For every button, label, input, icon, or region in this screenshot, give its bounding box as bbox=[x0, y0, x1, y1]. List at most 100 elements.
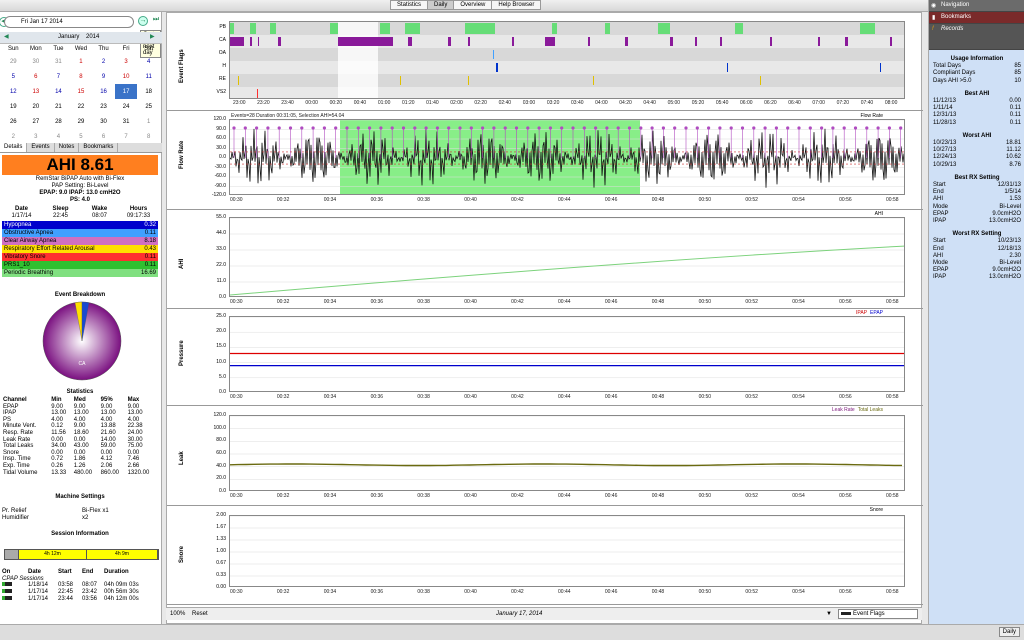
event-value: 0.43 bbox=[144, 246, 156, 252]
calendar-day[interactable]: 15 bbox=[70, 84, 93, 99]
snore-plot[interactable] bbox=[229, 515, 905, 587]
calendar-day[interactable]: 23 bbox=[92, 99, 115, 114]
pb-flag bbox=[250, 23, 256, 34]
calendar-day[interactable]: 6 bbox=[25, 69, 48, 84]
calendar-day[interactable]: 10 bbox=[115, 69, 138, 84]
session-bar-segment[interactable]: 4h 12m bbox=[19, 550, 87, 559]
calendar-day[interactable]: 5 bbox=[2, 69, 25, 84]
calendar-day[interactable]: 31 bbox=[115, 114, 138, 129]
calendar-day[interactable]: 3 bbox=[115, 54, 138, 69]
session-bar-segment[interactable]: 4h 9m bbox=[87, 550, 158, 559]
leak-plot[interactable] bbox=[229, 415, 905, 491]
session-row[interactable]: 1/17/14 22:45 23:42 00h 56m 30s bbox=[2, 589, 158, 596]
calendar-day[interactable]: 3 bbox=[25, 129, 48, 144]
event-row[interactable]: Periodic Breathing 16.69 bbox=[2, 269, 158, 277]
tab-overview[interactable]: Overview bbox=[453, 0, 493, 10]
calendar-day[interactable]: 2 bbox=[92, 54, 115, 69]
calendar-day[interactable]: 1 bbox=[137, 114, 160, 129]
calendar-day[interactable]: 9 bbox=[92, 69, 115, 84]
y-tick-label: 0.0 bbox=[219, 294, 226, 300]
session-row[interactable]: 1/18/14 03:58 08:07 04h 09m 03s bbox=[2, 582, 158, 589]
x-tick-label: 00:34 bbox=[323, 197, 337, 203]
calendar-day[interactable]: 22 bbox=[70, 99, 93, 114]
calendar-day[interactable]: 17 bbox=[114, 84, 138, 99]
tab-help-browser[interactable]: Help Browser bbox=[491, 0, 542, 10]
stats-value: 1.86 bbox=[73, 456, 86, 463]
daily-status-button[interactable]: Daily bbox=[998, 627, 1020, 637]
tab-events[interactable]: Events bbox=[27, 143, 55, 152]
event-row[interactable]: Obstructive Apnea 0.11 bbox=[2, 229, 158, 237]
event-name: Periodic Breathing bbox=[4, 270, 54, 276]
tab-notes[interactable]: Notes bbox=[55, 143, 80, 152]
calendar-day[interactable]: 28 bbox=[47, 114, 70, 129]
calendar-day[interactable]: 4 bbox=[47, 129, 70, 144]
session-toggle-icon[interactable] bbox=[2, 589, 28, 596]
calendar-day[interactable]: 29 bbox=[2, 54, 25, 69]
flag-row-bg bbox=[230, 35, 904, 48]
date-field[interactable]: Fri Jan 17 2014 bbox=[4, 16, 134, 28]
calendar-day[interactable]: 14 bbox=[47, 84, 70, 99]
records-header[interactable]: ! Records bbox=[929, 24, 1024, 50]
calendar-day[interactable]: 8 bbox=[70, 69, 93, 84]
event-flags-plot[interactable] bbox=[229, 21, 905, 99]
calendar: Sun Mon Tue Wed Thu Fri Sat 29 30 31 1 2 3 4 5 6 7 8 9 10 11… bbox=[2, 44, 160, 144]
bookmarks-header[interactable]: ▮ Bookmarks bbox=[929, 12, 1024, 24]
event-row[interactable]: Respiratory Effort Related Arousal 0.43 bbox=[2, 245, 158, 253]
session-row[interactable]: 1/17/14 23:44 03:56 04h 12m 00s bbox=[2, 596, 158, 603]
calendar-day[interactable]: 7 bbox=[115, 129, 138, 144]
calendar-day[interactable]: 19 bbox=[2, 99, 25, 114]
calendar-day[interactable]: 8 bbox=[137, 129, 160, 144]
ahi-plot[interactable] bbox=[229, 217, 905, 297]
x-tick-label: 04:40 bbox=[643, 100, 656, 106]
calendar-day[interactable]: 12 bbox=[2, 84, 25, 99]
calendar-day[interactable]: 2 bbox=[2, 129, 25, 144]
x-tick-label: 23:40 bbox=[281, 100, 294, 106]
tab-details[interactable]: Details bbox=[0, 143, 28, 152]
calendar-day[interactable]: 30 bbox=[25, 54, 48, 69]
reset-button[interactable]: Reset bbox=[192, 611, 208, 617]
session-toggle-icon[interactable] bbox=[2, 582, 28, 589]
session-bar[interactable]: 4h 12m 4h 9m bbox=[4, 549, 159, 560]
next-month-icon[interactable]: ▶ bbox=[150, 33, 155, 40]
calendar-day[interactable]: 7 bbox=[47, 69, 70, 84]
session-toggle-icon[interactable] bbox=[2, 596, 28, 603]
next-day-button[interactable]: → bbox=[138, 16, 148, 26]
prev-month-icon[interactable]: ◀ bbox=[4, 33, 9, 40]
calendar-day[interactable]: 6 bbox=[92, 129, 115, 144]
event-row[interactable]: Clear Airway Apnea 8.18 bbox=[2, 237, 158, 245]
flow-rate-plot[interactable] bbox=[229, 119, 905, 195]
event-row[interactable]: Vibratory Snore 0.11 bbox=[2, 253, 158, 261]
tab-statistics[interactable]: Statistics bbox=[390, 0, 429, 10]
tab-bookmarks[interactable]: Bookmarks bbox=[79, 143, 119, 152]
calendar-day[interactable]: 5 bbox=[70, 129, 93, 144]
pressure-plot[interactable] bbox=[229, 316, 905, 392]
graph-select[interactable]: Event Flags bbox=[838, 609, 918, 619]
calendar-day[interactable]: 21 bbox=[47, 99, 70, 114]
calendar-day[interactable]: 27 bbox=[25, 114, 48, 129]
calendar-day[interactable]: 20 bbox=[25, 99, 48, 114]
event-row[interactable]: Hypopnea 0.32 bbox=[2, 221, 158, 229]
calendar-day[interactable]: 25 bbox=[137, 99, 160, 114]
last-day-button[interactable]: ⏭ bbox=[151, 16, 161, 26]
calendar-day[interactable]: 24 bbox=[115, 99, 138, 114]
stats-value: 0.00 bbox=[51, 449, 63, 456]
calendar-day[interactable]: 11 bbox=[137, 69, 160, 84]
event-value: 0.32 bbox=[144, 222, 156, 228]
calendar-day[interactable]: 29 bbox=[70, 114, 93, 129]
dropdown-icon[interactable]: ▼ bbox=[826, 611, 832, 617]
event-row[interactable]: PRS1_10 0.11 bbox=[2, 261, 158, 269]
navigation-header[interactable]: ◉ Navigation bbox=[929, 0, 1024, 12]
month-label[interactable]: January bbox=[58, 34, 79, 40]
calendar-day[interactable]: 26 bbox=[2, 114, 25, 129]
tab-daily[interactable]: Daily bbox=[427, 0, 455, 10]
calendar-day[interactable]: 4 bbox=[137, 54, 160, 69]
calendar-day[interactable]: 30 bbox=[92, 114, 115, 129]
calendar-day[interactable]: 1 bbox=[70, 54, 93, 69]
year-label[interactable]: 2014 bbox=[86, 34, 99, 40]
worst-rx-row: Start 10/23/13 bbox=[933, 238, 1021, 245]
sleep-header: Date bbox=[14, 206, 28, 212]
calendar-day[interactable]: 31 bbox=[47, 54, 70, 69]
calendar-day[interactable]: 16 bbox=[92, 84, 115, 99]
calendar-day[interactable]: 18 bbox=[137, 84, 160, 99]
calendar-day[interactable]: 13 bbox=[25, 84, 48, 99]
